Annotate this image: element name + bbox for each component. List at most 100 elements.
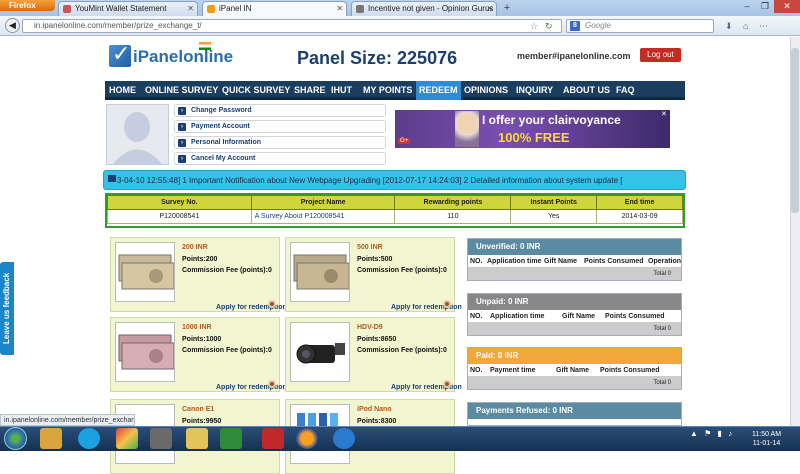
- close-tab-icon[interactable]: ✕: [336, 2, 343, 15]
- prize-card[interactable]: 500 INR Points:500 Commission Fee (point…: [285, 237, 462, 312]
- instant-cell: Yes: [510, 209, 598, 224]
- redeem-icon[interactable]: [443, 380, 451, 388]
- col-gift-name: Gift Name: [544, 258, 578, 265]
- reload-icon[interactable]: ↻: [545, 19, 553, 33]
- cancel-account-link[interactable]: › Cancel My Account: [174, 152, 386, 165]
- bookmark-star-icon[interactable]: ☆: [530, 19, 538, 33]
- new-tab-button[interactable]: +: [500, 2, 514, 15]
- nav-quick-survey[interactable]: QUICK SURVEY: [222, 81, 290, 100]
- nav-online-survey[interactable]: ONLINE SURVEY: [145, 81, 218, 100]
- prize-fee: Commission Fee (points):0: [182, 267, 272, 274]
- internet-explorer-icon[interactable]: [333, 428, 355, 449]
- nav-about-us[interactable]: ABOUT US: [563, 81, 610, 100]
- search-placeholder[interactable]: Google: [585, 19, 611, 33]
- clock[interactable]: 11:50 AM 11-01-14: [752, 430, 781, 448]
- change-password-link[interactable]: › Change Password: [174, 104, 386, 117]
- logout-button[interactable]: Log out: [640, 48, 681, 62]
- youmint-favicon-icon: [63, 5, 71, 13]
- ad-close-icon[interactable]: ✕: [661, 110, 667, 118]
- toolbar-icons[interactable]: ⬇ ⌂ ⋯: [725, 19, 772, 33]
- redeem-icon[interactable]: [443, 300, 451, 308]
- nav-opinions[interactable]: OPINIONS: [464, 81, 508, 100]
- email-app-icon[interactable]: [40, 428, 62, 449]
- redeem-icon[interactable]: [268, 300, 276, 308]
- status-bar-url: in.ipanelonline.com/member/prize_exchang…: [0, 414, 135, 426]
- table-row[interactable]: P120008541 A Survey About P120008541 110…: [107, 209, 683, 224]
- prize-card[interactable]: HDV-D9 Points:8650 Commission Fee (point…: [285, 317, 462, 392]
- apply-redemption-link[interactable]: Apply for redemption: [391, 304, 462, 312]
- nav-home[interactable]: HOME: [109, 81, 136, 100]
- app-icon[interactable]: [150, 428, 172, 449]
- col-no: NO.: [470, 313, 483, 320]
- col-project-name: Project Name: [250, 195, 396, 210]
- url-text[interactable]: in.ipanelonline.com/member/prize_exchang…: [34, 19, 202, 33]
- col-instant-points: Instant Points: [510, 195, 598, 210]
- close-tab-icon[interactable]: ✕: [486, 2, 493, 15]
- nav-ihut[interactable]: IHUT: [331, 81, 352, 100]
- paid-box: Paid: 0 INR NO. Payment time Gift Name P…: [467, 347, 682, 390]
- prize-points: Points:1000: [182, 336, 222, 343]
- ad-headline[interactable]: I offer your clairvoyance: [482, 113, 621, 127]
- nav-inquiry[interactable]: INQUIRY: [516, 81, 553, 100]
- redeem-icon[interactable]: [268, 380, 276, 388]
- apply-redemption-link[interactable]: Apply for redemption: [216, 384, 287, 392]
- folder-icon[interactable]: [186, 428, 208, 449]
- prize-points: Points:9950: [182, 418, 222, 425]
- prize-card[interactable]: 200 INR Points:200 Commission Fee (point…: [110, 237, 287, 312]
- scrollbar-thumb[interactable]: [791, 48, 799, 213]
- tab-opinion-gurus[interactable]: Incentive not given - Opinion Gurus - ..…: [351, 1, 497, 16]
- apply-redemption-link[interactable]: Apply for redemption: [216, 304, 287, 312]
- app-icon[interactable]: [116, 428, 138, 449]
- col-operation: Operation: [648, 258, 681, 265]
- clock-date: 11-01-14: [752, 440, 781, 447]
- ticker-text[interactable]: 3-04-10 12:55:48] 1 Important Notificati…: [117, 176, 682, 185]
- arrow-icon: ›: [178, 139, 186, 147]
- prize-card[interactable]: 1000 INR Points:1000 Commission Fee (poi…: [110, 317, 287, 392]
- window-controls: – ❐ ✕: [738, 0, 800, 14]
- close-window-button[interactable]: ✕: [774, 0, 800, 13]
- excel-icon[interactable]: [220, 428, 242, 449]
- menu-label: Cancel My Account: [191, 155, 256, 162]
- banknote-image: [115, 242, 175, 302]
- tab-ipanel[interactable]: iPanel IN ✕: [202, 1, 347, 16]
- system-tray-icons[interactable]: ▲ ⚑ ▮ ♪: [690, 429, 734, 438]
- box-columns: NO. Application time Gift Name Points Co…: [468, 310, 681, 323]
- nav-share[interactable]: SHARE: [294, 81, 326, 100]
- pdf-icon[interactable]: [262, 428, 284, 449]
- camcorder-image: [290, 322, 350, 382]
- col-application-time: Application time: [487, 258, 542, 265]
- google-search-icon[interactable]: 8: [570, 21, 580, 31]
- firefox-icon[interactable]: [296, 428, 318, 449]
- project-name-link[interactable]: A Survey About P120008541: [250, 209, 396, 224]
- firefox-menu-button[interactable]: Firefox: [0, 0, 55, 11]
- apply-redemption-link[interactable]: Apply for redemption: [391, 384, 462, 392]
- back-arrow-icon[interactable]: ◀: [5, 18, 20, 33]
- prize-fee: Commission Fee (points):0: [357, 267, 447, 274]
- arrow-icon: ›: [178, 155, 186, 163]
- box-title: Paid: 0 INR: [468, 348, 681, 364]
- payment-account-link[interactable]: › Payment Account: [174, 120, 386, 133]
- windows-start-icon[interactable]: [4, 427, 27, 450]
- ad-subheadline[interactable]: 100% FREE: [498, 130, 570, 145]
- member-email: member#ipanelonline.com: [517, 51, 631, 61]
- prize-title: 1000 INR: [182, 324, 212, 331]
- personal-information-link[interactable]: › Personal Information: [174, 136, 386, 149]
- nav-redeem[interactable]: REDEEM: [416, 81, 461, 100]
- prize-title: 500 INR: [357, 244, 383, 251]
- close-tab-icon[interactable]: ✕: [187, 2, 194, 15]
- feedback-tab[interactable]: Leave us feedback: [0, 262, 14, 355]
- arrow-icon: ›: [178, 123, 186, 131]
- unpaid-box: Unpaid: 0 INR NO. Application time Gift …: [467, 293, 682, 336]
- tab-label: Incentive not given - Opinion Gurus - ..…: [368, 4, 497, 13]
- skype-icon[interactable]: [78, 428, 100, 449]
- col-survey-no: Survey No.: [107, 195, 252, 210]
- col-points-consumed: Points Consumed: [584, 258, 644, 265]
- tab-youmint[interactable]: YouMint Wallet Statement ✕: [58, 1, 198, 16]
- minimize-button[interactable]: –: [738, 0, 756, 13]
- nav-my-points[interactable]: MY POINTS: [363, 81, 412, 100]
- maximize-button[interactable]: ❐: [756, 0, 774, 13]
- nav-faq[interactable]: FAQ: [616, 81, 635, 100]
- tab-label: iPanel IN: [219, 4, 252, 13]
- logo-text[interactable]: iPanelonline: [133, 47, 233, 67]
- ipanel-favicon-icon: [207, 5, 215, 13]
